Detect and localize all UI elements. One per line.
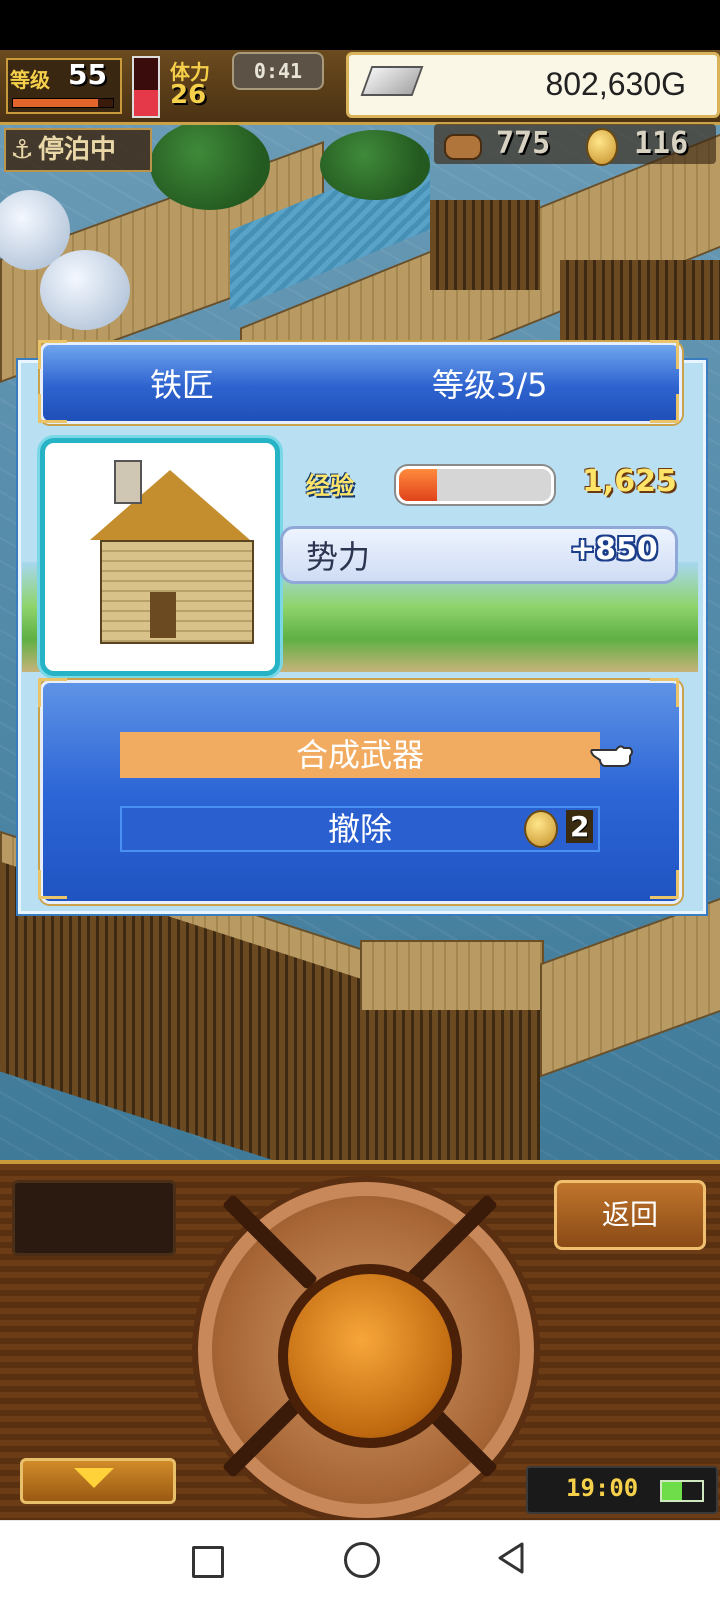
building-name: 铁匠 bbox=[150, 366, 215, 404]
battery-icon bbox=[660, 1480, 704, 1502]
action-panel bbox=[40, 680, 682, 904]
docked-status: ⚓ 停泊中 bbox=[4, 128, 152, 172]
docked-label: 停泊中 bbox=[38, 135, 117, 165]
ornament-corner bbox=[38, 340, 67, 369]
wood-value: 775 bbox=[496, 126, 551, 161]
remove-cost: 2 bbox=[566, 810, 594, 843]
action-button[interactable] bbox=[278, 1264, 462, 1448]
timer: 0:41 bbox=[232, 52, 324, 90]
fence bbox=[430, 200, 540, 290]
medal-coin-icon bbox=[586, 128, 618, 166]
ornament-corner bbox=[650, 394, 679, 423]
ornament-corner bbox=[650, 340, 679, 369]
home-icon[interactable] bbox=[344, 1542, 380, 1578]
ornament-corner bbox=[38, 870, 67, 899]
gold-value: 802,630G bbox=[545, 66, 686, 102]
ornament-corner bbox=[38, 678, 67, 707]
flower-bush bbox=[320, 130, 430, 200]
recents-icon[interactable] bbox=[192, 1546, 224, 1578]
exp-progress-fill bbox=[399, 469, 437, 501]
exp-value: 1,625 bbox=[582, 464, 677, 499]
house-body bbox=[100, 540, 254, 644]
stamina-gauge bbox=[132, 56, 160, 118]
craft-weapon-button[interactable]: 合成武器 bbox=[120, 732, 600, 778]
remove-label: 撤除 bbox=[327, 810, 392, 848]
anchor-icon: ⚓ bbox=[10, 135, 34, 165]
pier bbox=[540, 896, 720, 1078]
level-progress-fill bbox=[13, 99, 98, 107]
exp-label: 经验 bbox=[306, 472, 354, 500]
coin-icon bbox=[524, 810, 558, 848]
level-progress-bar bbox=[12, 98, 114, 108]
stamina-value: 26 bbox=[170, 80, 207, 110]
tree bbox=[150, 120, 270, 210]
power-value: +850 bbox=[570, 532, 658, 567]
arrow-down-icon bbox=[74, 1468, 114, 1488]
back-button[interactable]: 返回 bbox=[554, 1180, 706, 1250]
building-level: 等级3/5 bbox=[432, 366, 548, 404]
stamina-gauge-fill bbox=[134, 89, 158, 116]
system-status-bar bbox=[0, 0, 720, 50]
snowy-bush bbox=[40, 250, 130, 330]
level-label: 等级 bbox=[10, 68, 50, 92]
house-chimney bbox=[114, 460, 142, 504]
ornament-corner bbox=[38, 394, 67, 423]
fence bbox=[360, 1010, 540, 1160]
ornament-corner bbox=[650, 870, 679, 899]
house-door bbox=[150, 592, 176, 638]
pier bbox=[360, 940, 544, 1014]
medal-value: 116 bbox=[634, 126, 689, 161]
wood-log-icon bbox=[444, 134, 482, 160]
pointer-hand-icon bbox=[590, 745, 633, 767]
empty-slot bbox=[12, 1180, 176, 1256]
game-clock: 19:00 bbox=[566, 1474, 639, 1502]
back-triangle-icon[interactable] bbox=[496, 1542, 526, 1574]
fence bbox=[560, 260, 720, 340]
battery-fill bbox=[662, 1482, 682, 1500]
dialog-header bbox=[40, 342, 682, 424]
ornament-corner bbox=[650, 678, 679, 707]
silver-bar-icon bbox=[360, 66, 424, 96]
power-label: 势力 bbox=[306, 538, 371, 576]
exp-progress-bar bbox=[396, 466, 554, 504]
level-value: 55 bbox=[68, 58, 107, 91]
